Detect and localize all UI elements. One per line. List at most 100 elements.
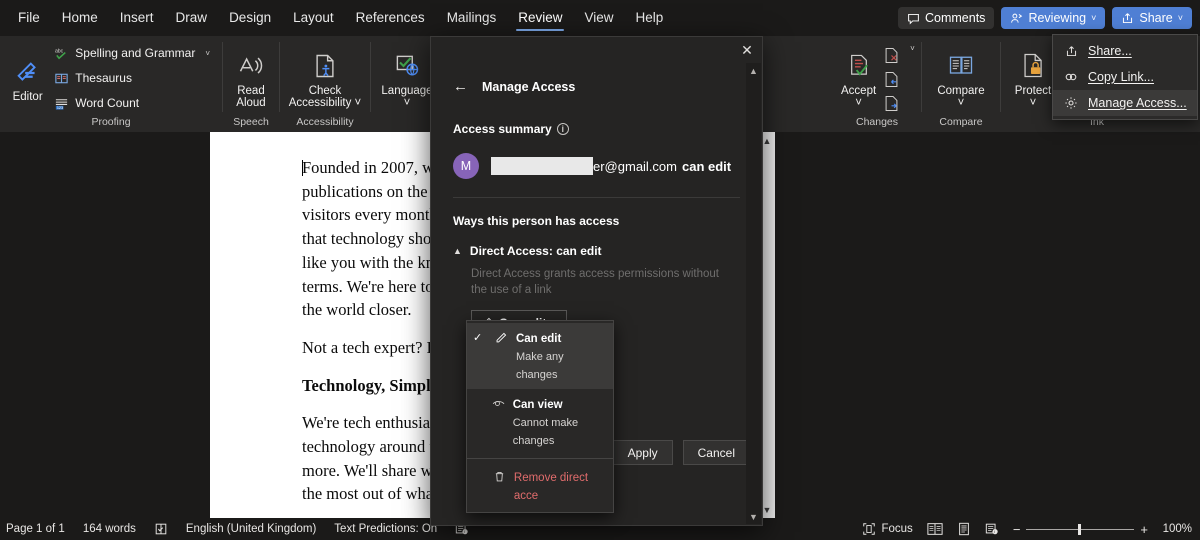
- share-button[interactable]: Share ˅: [1112, 7, 1192, 29]
- ribbon-tab-view[interactable]: View: [574, 4, 623, 33]
- language-button[interactable]: Language ˅: [379, 45, 435, 110]
- ribbon-tab-design[interactable]: Design: [219, 4, 281, 33]
- access-summary-label: Access summary: [453, 122, 552, 136]
- share-menu-item-manage-access[interactable]: Manage Access...: [1053, 90, 1197, 116]
- share-menu-item-copy-link[interactable]: Copy Link...: [1053, 64, 1197, 90]
- focus-icon: [862, 522, 876, 536]
- ribbon-tab-draw[interactable]: Draw: [166, 4, 218, 33]
- zoom-thumb[interactable]: [1078, 523, 1082, 535]
- compare-docs-icon: [947, 49, 975, 83]
- apply-button[interactable]: Apply: [612, 440, 673, 465]
- compare-button[interactable]: Compare ˅: [930, 45, 992, 110]
- svg-text:abc: abc: [55, 48, 64, 54]
- chevron-down-icon[interactable]: ˅: [205, 49, 210, 58]
- previous-change-icon[interactable]: [880, 68, 902, 90]
- window-actions: Comments Reviewing ˅ Share ˅: [898, 7, 1192, 29]
- permission-option-title: Can edit: [515, 333, 562, 345]
- ribbon-group-compare: Compare ˅ Compare: [922, 36, 1000, 132]
- focus-label: Focus: [881, 523, 913, 535]
- check-icon: ✓: [473, 332, 483, 344]
- read-aloud-button[interactable]: Read Aloud: [231, 45, 271, 110]
- word-count-button[interactable]: 123 Word Count: [49, 92, 214, 114]
- ribbon-tab-mailings[interactable]: Mailings: [437, 4, 507, 33]
- editor-label: Editor: [12, 90, 43, 103]
- protect-label: Protect ˅: [1014, 84, 1052, 110]
- permission-option-remove-access[interactable]: Remove direct acce: [467, 462, 613, 510]
- permission-option-subtitle: Cannot make changes: [512, 417, 579, 447]
- changes-icon-column: [880, 40, 902, 114]
- ribbon-tab-help[interactable]: Help: [626, 4, 674, 33]
- language-status[interactable]: English (United Kingdom): [186, 523, 316, 535]
- comments-button[interactable]: Comments: [898, 7, 995, 29]
- spelling-and-grammar-button[interactable]: abc Spelling and Grammar ˅: [49, 42, 214, 64]
- person-review-icon: [1010, 12, 1023, 25]
- link-icon: [1063, 70, 1079, 84]
- ribbon-tab-home[interactable]: Home: [52, 4, 108, 33]
- ribbon-tab-insert[interactable]: Insert: [110, 4, 164, 33]
- zoom-slider[interactable]: − +: [1013, 523, 1148, 536]
- print-layout-icon[interactable]: [957, 522, 971, 536]
- accept-change-icon: [846, 49, 872, 83]
- share-menu-item-label: Copy Link...: [1088, 70, 1155, 84]
- dialog-scrollbar[interactable]: ▲ ▼: [746, 63, 761, 524]
- permission-menu-separator: [467, 458, 613, 459]
- close-icon[interactable]: ✕: [734, 39, 760, 61]
- share-icon: [1063, 45, 1079, 58]
- ribbon-group-label-speech: Speech: [233, 116, 269, 128]
- permission-option-can-view[interactable]: Can view Cannot make changes: [467, 389, 613, 455]
- web-layout-icon[interactable]: i: [985, 522, 999, 536]
- dialog-content: ← Manage Access Access summary i M er@gm…: [431, 63, 762, 335]
- focus-button[interactable]: Focus: [862, 522, 913, 536]
- dialog-title: Manage Access: [482, 79, 576, 94]
- ribbon-tab-references[interactable]: References: [346, 4, 435, 33]
- back-arrow-icon[interactable]: ←: [453, 79, 468, 94]
- zoom-track[interactable]: [1026, 523, 1135, 535]
- trash-icon: [493, 468, 507, 483]
- zoom-in-button[interactable]: +: [1140, 523, 1148, 536]
- next-change-icon[interactable]: [880, 92, 902, 114]
- direct-access-row[interactable]: ▲ Direct Access: can edit: [453, 244, 740, 258]
- check-accessibility-icon: [311, 49, 339, 83]
- svg-text:123: 123: [57, 105, 63, 109]
- permission-option-can-edit[interactable]: ✓ Can edit Make any changes: [467, 323, 613, 389]
- accept-button[interactable]: Accept ˅: [841, 45, 876, 110]
- thesaurus-label: Thesaurus: [75, 71, 132, 85]
- scroll-up-arrow-icon[interactable]: ▲: [746, 63, 761, 78]
- proofing-commands: abc Spelling and Grammar ˅ Thesaurus 123…: [49, 40, 214, 114]
- check-accessibility-button[interactable]: Check Accessibility ˅: [288, 45, 362, 110]
- text-predictions-status[interactable]: Text Predictions: On: [334, 523, 437, 535]
- check-placeholder: [473, 468, 486, 470]
- word-window: File Home Insert Draw Design Layout Refe…: [0, 0, 1200, 540]
- reject-change-icon[interactable]: [880, 44, 902, 66]
- chevron-up-icon[interactable]: ▲: [453, 246, 462, 256]
- direct-access-label: Direct Access: can edit: [469, 244, 602, 258]
- status-bar-right: Focus i − + 100%: [862, 522, 1192, 536]
- word-count-label: Word Count: [75, 96, 140, 110]
- thesaurus-button[interactable]: Thesaurus: [49, 67, 214, 89]
- protect-button[interactable]: Protect ˅: [1009, 45, 1057, 110]
- editor-button[interactable]: Editor: [8, 51, 47, 104]
- zoom-out-button[interactable]: −: [1013, 523, 1021, 536]
- ribbon-tab-review[interactable]: Review: [508, 4, 572, 33]
- reviewing-button[interactable]: Reviewing ˅: [1001, 7, 1106, 29]
- info-icon[interactable]: i: [556, 123, 569, 135]
- ribbon-tab-layout[interactable]: Layout: [283, 4, 344, 33]
- proofing-status-icon[interactable]: [154, 522, 168, 536]
- read-mode-icon[interactable]: [927, 522, 943, 536]
- ribbon-tab-file[interactable]: File: [8, 4, 50, 33]
- ribbon-group-label-proofing: Proofing: [91, 116, 131, 128]
- permission-option-text: Can edit Make any changes: [516, 329, 605, 383]
- dialog-action-buttons: Apply Cancel: [612, 440, 750, 465]
- page-number-status[interactable]: Page 1 of 1: [6, 523, 65, 535]
- read-aloud-icon: [237, 49, 265, 83]
- eye-icon: [492, 395, 506, 410]
- dialog-back-row[interactable]: ← Manage Access: [453, 79, 740, 94]
- chevron-down-icon[interactable]: ˅: [910, 44, 915, 53]
- zoom-level[interactable]: 100%: [1162, 523, 1192, 535]
- word-count-status[interactable]: 164 words: [83, 523, 136, 535]
- spelling-abc-icon: abc: [53, 45, 69, 61]
- share-dropdown-menu: Share... Copy Link... Manage Access...: [1052, 34, 1198, 120]
- share-menu-item-share[interactable]: Share...: [1053, 38, 1197, 64]
- cancel-button[interactable]: Cancel: [682, 440, 750, 465]
- scroll-down-arrow-icon[interactable]: ▼: [746, 509, 761, 524]
